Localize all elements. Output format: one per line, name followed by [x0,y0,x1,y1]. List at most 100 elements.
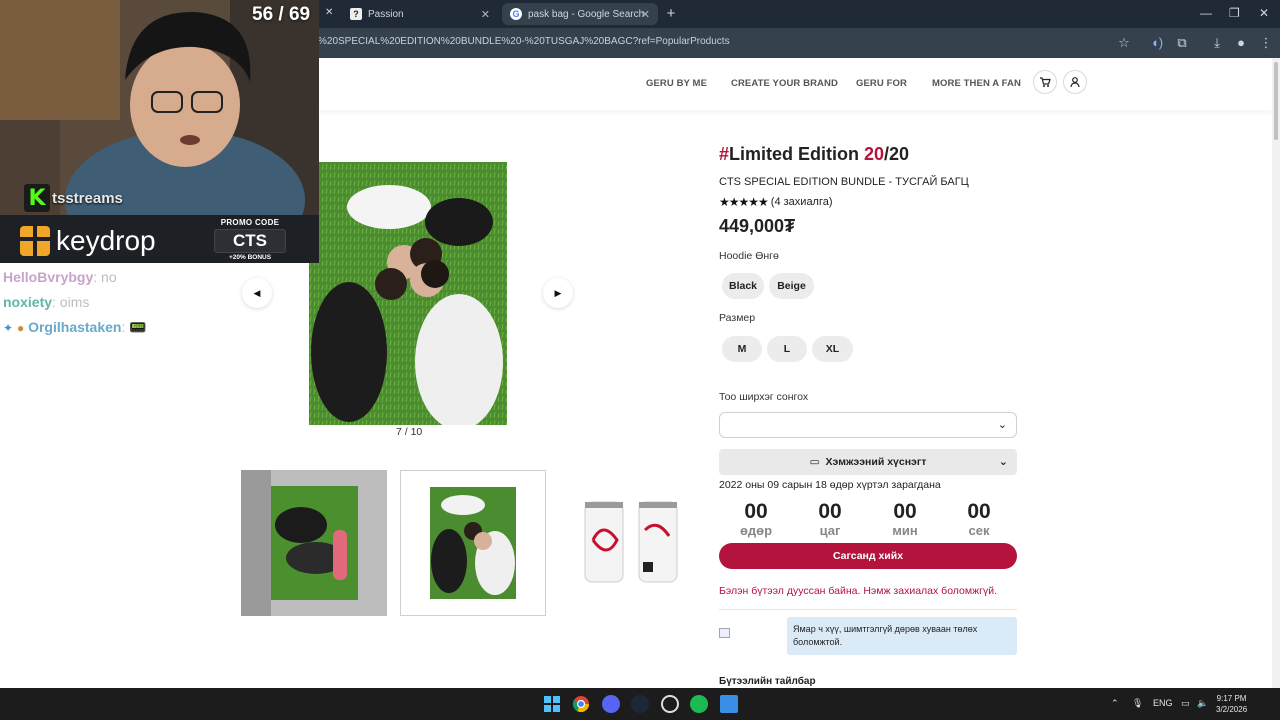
keydrop-logo: keydrop [20,225,156,257]
close-window-icon[interactable]: ✕ [1259,6,1269,20]
cart-icon[interactable] [1033,70,1057,94]
countdown-minutes: 00 мин [875,500,935,538]
kick-logo-icon: K [24,184,50,212]
profile-avatar-icon[interactable]: ● [1233,35,1249,50]
title-main: Limited Edition [729,144,865,164]
notepad-icon[interactable] [720,695,738,713]
chrome-icon[interactable] [572,695,590,713]
chat-username: HelloBvrybgy [3,269,94,285]
close-tab-icon[interactable]: ✕ [641,8,650,21]
size-label: Размер [719,312,756,324]
chat-separator: : [52,294,60,310]
color-label: Hoodie Өнгө [719,250,779,262]
countdown-unit: өдөр [739,523,773,538]
tray-overflow-icon[interactable]: ⌃ [1111,698,1119,709]
scrollbar-thumb[interactable] [1274,62,1278,140]
chat-separator: : [93,269,102,285]
windows-taskbar: ⌃ 🎙 ENG ▭ 🔈 9:17 PM 3/2/2026 [0,688,1280,720]
add-to-cart-button[interactable]: Сагсанд хийх [719,543,1017,569]
tab-passion[interactable]: ? Passion ✕ [342,3,498,25]
gallery-counter: 7 / 10 [396,426,423,438]
product-subtitle: CTS SPECIAL EDITION BUNDLE - ТУСГАЙ БАГЦ [719,176,969,188]
restore-icon[interactable]: ❐ [1229,6,1240,20]
size-option-l[interactable]: L [767,336,807,362]
system-clock[interactable]: 9:17 PM 3/2/2026 [1216,693,1247,715]
close-tab-icon[interactable]: ✕ [481,8,490,21]
gift-icon [20,226,50,256]
color-option-black[interactable]: Black [722,273,764,299]
ruler-icon: ▭ [809,456,820,468]
google-favicon-icon: G [510,8,522,20]
countdown-seconds: 00 сек [949,500,1009,538]
quantity-select[interactable]: ⌄ [719,412,1017,438]
nav-more-then-a-fan[interactable]: MORE THEN A FAN [932,78,1021,89]
promo-code-box: PROMO CODE CTS +20% BONUS [214,218,286,261]
gallery-thumbnail[interactable] [559,470,705,616]
gallery-thumbnail[interactable] [241,470,387,616]
product-title: #Limited Edition 20/20 [719,144,909,165]
minimize-icon[interactable]: — [1200,6,1212,20]
close-tab-icon[interactable]: ✕ [325,7,333,18]
channel-name: tsstreams [52,190,123,207]
language-indicator[interactable]: ENG [1153,698,1173,708]
steam-icon[interactable] [631,695,649,713]
url-field[interactable]: %20SPECIAL%20EDITION%20BUNDLE%20-%20TUSG… [318,36,730,47]
countdown-value: 00 [893,500,917,523]
size-guide-label: Хэмжээний хүснэгт [825,456,927,468]
size-option-m[interactable]: M [722,336,762,362]
badge-sword-icon: ✦ [3,321,14,335]
promo-bonus: +20% BONUS [228,254,272,261]
download-icon[interactable]: ⤓ [1209,35,1225,51]
nav-geru-by-me[interactable]: GERU BY ME [646,78,707,89]
chevron-down-icon: ⌄ [998,456,1008,468]
countdown-unit: цаг [819,523,841,538]
tab-google-search[interactable]: G pask bag - Google Search ✕ [502,3,658,25]
quantity-label: Тоо ширхэг сонгох [719,391,809,403]
countdown-days: 00 өдөр [726,500,786,538]
microphone-icon[interactable]: 🎙 [1132,698,1143,709]
nav-create-your-brand[interactable]: CREATE YOUR BRAND [731,78,838,89]
menu-kebab-icon[interactable]: ⋮ [1258,35,1274,51]
nav-geru-for[interactable]: GERU FOR [856,78,907,89]
countdown-unit: сек [968,523,990,538]
chat-username: Orgilhastaken [28,319,122,335]
windows-start-icon[interactable] [543,695,561,713]
gallery-prev-button[interactable]: ◀ [242,278,272,308]
webcam-overlay [0,0,319,215]
sale-deadline: 2022 оны 09 сарын 18 өдөр хүртэл зарагда… [719,479,941,491]
countdown-value: 00 [818,500,842,523]
star-rating-icon: ★★★★★ [719,195,769,209]
broken-image-icon [719,628,730,638]
installment-info: Ямар ч хүү, шимтгэлгүй дөрөв хуваан төлө… [787,617,1017,655]
chat-text: no [101,269,117,285]
title-total: /20 [884,144,910,164]
new-tab-icon[interactable]: + [662,5,680,23]
read-aloud-icon[interactable]: ◖) [1149,35,1165,50]
countdown-hours: 00 цаг [800,500,860,538]
description-heading: Бүтээлийн тайлбар [719,676,816,687]
extensions-icon[interactable]: ⧉ [1174,35,1190,51]
volume-icon[interactable]: 🔈 [1197,698,1208,709]
chat-text: 📟 [129,319,147,335]
page-scrollbar[interactable] [1272,58,1280,688]
clock-date: 3/2/2026 [1216,705,1248,714]
size-guide-button[interactable]: ▭ Хэмжээний хүснэгт ⌄ [719,449,1017,475]
discord-icon[interactable] [602,695,620,713]
spotify-icon[interactable] [690,695,708,713]
title-hash: # [719,144,730,164]
chat-message: ✦ ● Orgilhastaken: 📟 [3,319,147,336]
app-icon[interactable] [661,695,679,713]
gallery-next-button[interactable]: ▶ [543,278,573,308]
network-icon[interactable]: ▭ [1181,698,1190,709]
stream-counter: 56 / 69 [252,4,311,25]
size-option-xl[interactable]: XL [812,336,853,362]
user-icon[interactable] [1063,70,1087,94]
bookmark-star-icon[interactable]: ☆ [1116,35,1132,51]
title-count: 20 [864,144,885,164]
color-option-beige[interactable]: Beige [769,273,814,299]
tab-title: pask bag - Google Search [528,8,645,20]
review-count[interactable]: (4 захиалга) [771,196,833,208]
promo-label: PROMO CODE [220,218,280,227]
clock-time: 9:17 PM [1216,694,1247,703]
gallery-thumbnail-selected[interactable] [400,470,546,616]
